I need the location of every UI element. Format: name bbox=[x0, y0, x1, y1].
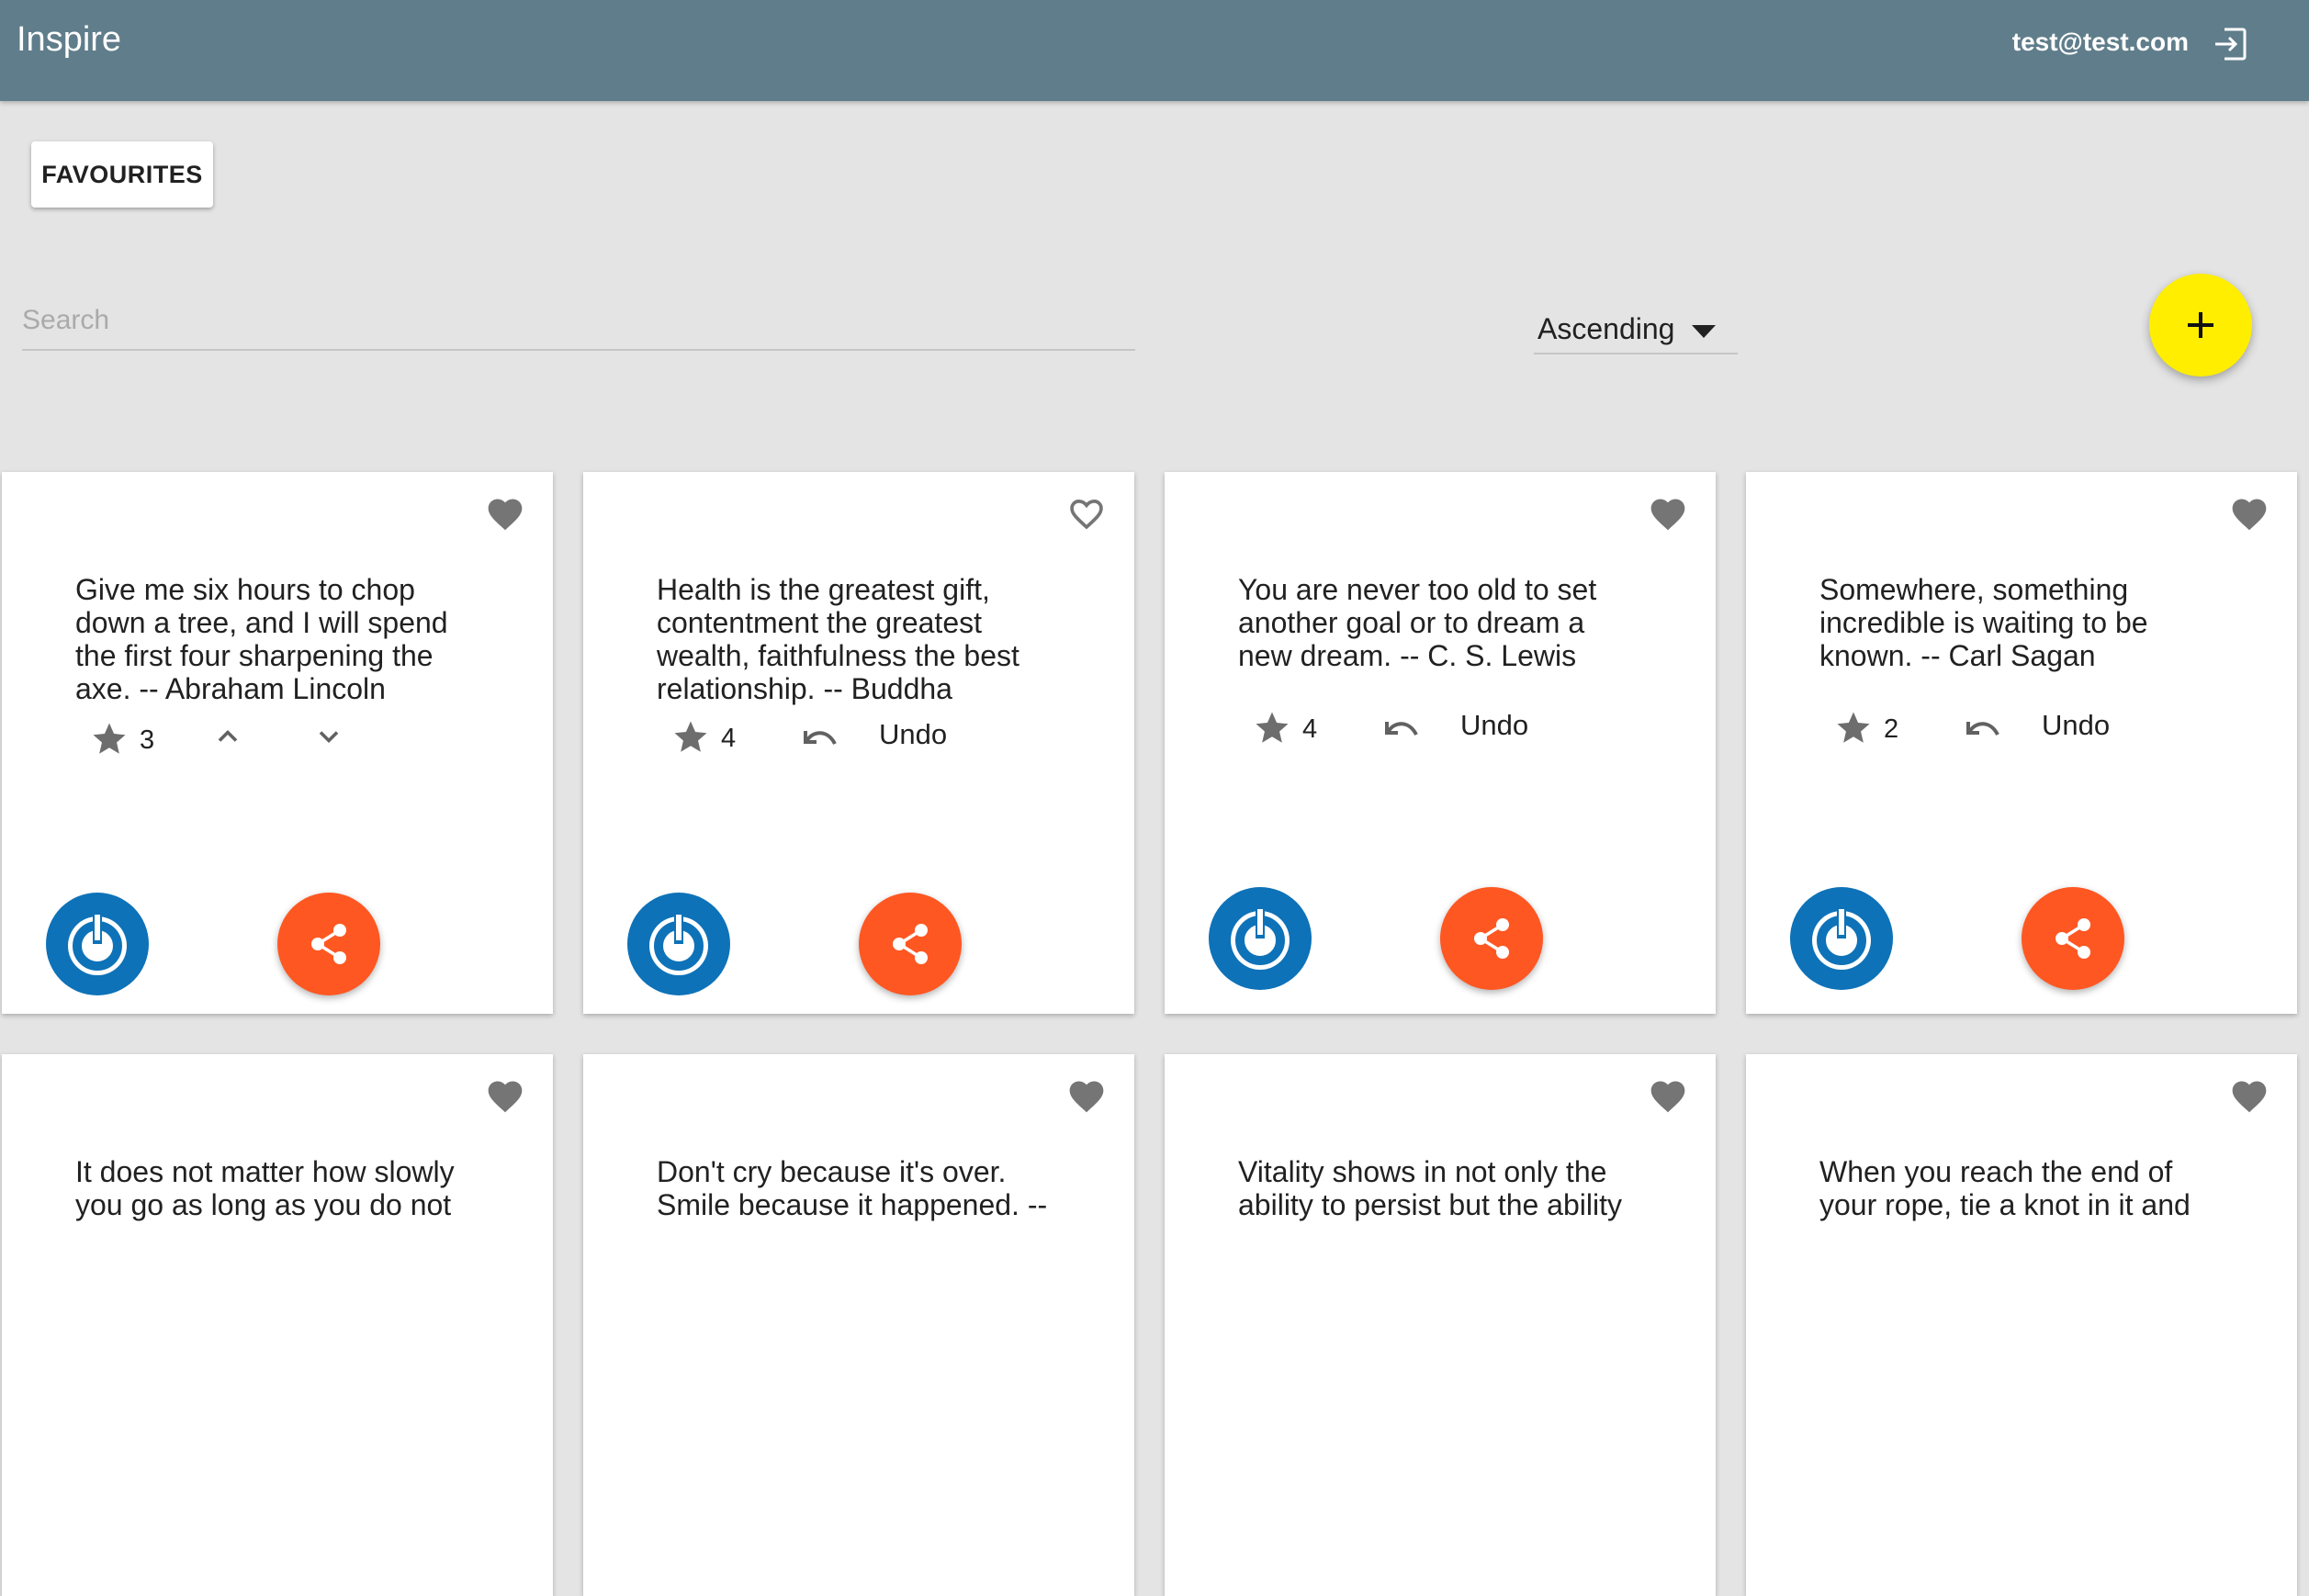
quote-text: Don't cry because it's over. Smile becau… bbox=[657, 1155, 1048, 1221]
share-icon bbox=[893, 924, 928, 964]
heart-icon[interactable] bbox=[485, 1076, 525, 1117]
heart-outline-icon[interactable] bbox=[1066, 494, 1107, 534]
power-logo-icon bbox=[627, 893, 730, 995]
sort-order-value: Ascending bbox=[1537, 312, 1675, 345]
star-icon bbox=[1256, 712, 1289, 743]
search-input[interactable] bbox=[22, 294, 1135, 347]
quote-text: Vitality shows in not only the ability t… bbox=[1238, 1155, 1622, 1221]
undo-button[interactable]: Undo bbox=[879, 718, 947, 751]
heart-icon[interactable] bbox=[1648, 494, 1688, 534]
star-icon bbox=[674, 721, 707, 752]
share-icon bbox=[311, 924, 346, 964]
upvote-chevron-icon[interactable] bbox=[211, 720, 244, 753]
quote-card: Somewhere, something incredible is waiti… bbox=[1746, 472, 2297, 1014]
share-icon bbox=[1474, 918, 1509, 959]
quote-card: Give me six hours to chop down a tree, a… bbox=[2, 472, 553, 1014]
favourites-button[interactable]: FAVOURITES bbox=[31, 141, 213, 208]
sort-order-select[interactable]: Ascending bbox=[1534, 307, 1738, 354]
heart-icon[interactable] bbox=[2229, 494, 2270, 534]
author-logo-button[interactable] bbox=[1209, 887, 1312, 990]
quote-card: When you reach the end of your rope, tie… bbox=[1746, 1054, 2297, 1596]
author-logo-button[interactable] bbox=[46, 893, 149, 995]
heart-icon[interactable] bbox=[485, 494, 525, 534]
author-logo-button[interactable] bbox=[627, 893, 730, 995]
share-button[interactable] bbox=[2022, 887, 2124, 990]
star-icon bbox=[1837, 712, 1870, 743]
quote-text: You are never too old to set another goa… bbox=[1238, 573, 1597, 672]
logout-icon[interactable] bbox=[2212, 26, 2248, 62]
undo-icon[interactable] bbox=[800, 720, 840, 757]
heart-icon[interactable] bbox=[2229, 1076, 2270, 1117]
rating-row: 4 Undo bbox=[1165, 705, 1716, 751]
quote-text: Somewhere, something incredible is waiti… bbox=[1819, 573, 2148, 672]
undo-button[interactable]: Undo bbox=[2042, 709, 2110, 742]
rating-row: 3 bbox=[2, 716, 553, 762]
rating-value: 2 bbox=[1884, 714, 1899, 744]
quote-text: Give me six hours to chop down a tree, a… bbox=[75, 573, 448, 705]
undo-button[interactable]: Undo bbox=[1460, 709, 1528, 742]
power-logo-icon bbox=[46, 893, 149, 995]
heart-icon[interactable] bbox=[1066, 1076, 1107, 1117]
add-quote-button[interactable] bbox=[2149, 274, 2252, 377]
share-icon bbox=[2056, 918, 2090, 959]
app-title: Inspire bbox=[17, 20, 122, 59]
rating-row: 4 Undo bbox=[583, 714, 1134, 760]
quote-card: Don't cry because it's over. Smile becau… bbox=[583, 1054, 1134, 1596]
dropdown-caret-icon bbox=[1692, 325, 1716, 338]
quote-text: Health is the greatest gift, contentment… bbox=[657, 573, 1019, 705]
rating-value: 3 bbox=[140, 725, 155, 755]
rating-value: 4 bbox=[1302, 714, 1318, 744]
share-button[interactable] bbox=[277, 893, 380, 995]
share-button[interactable] bbox=[859, 893, 962, 995]
downvote-chevron-icon[interactable] bbox=[312, 720, 345, 753]
undo-icon[interactable] bbox=[1963, 711, 2003, 747]
quote-text: When you reach the end of your rope, tie… bbox=[1819, 1155, 2191, 1221]
rating-value: 4 bbox=[721, 724, 737, 753]
star-icon bbox=[93, 723, 126, 754]
quote-card: It does not matter how slowly you go as … bbox=[2, 1054, 553, 1596]
user-email: test@test.com bbox=[2011, 28, 2189, 56]
heart-icon[interactable] bbox=[1648, 1076, 1688, 1117]
share-button[interactable] bbox=[1440, 887, 1543, 990]
quote-text: It does not matter how slowly you go as … bbox=[75, 1155, 455, 1221]
quote-card: You are never too old to set another goa… bbox=[1165, 472, 1716, 1014]
undo-icon[interactable] bbox=[1381, 711, 1422, 747]
rating-row: 2 Undo bbox=[1746, 705, 2297, 751]
quote-card: Health is the greatest gift, contentment… bbox=[583, 472, 1134, 1014]
power-logo-icon bbox=[1209, 887, 1312, 990]
author-logo-button[interactable] bbox=[1790, 887, 1893, 990]
power-logo-icon bbox=[1790, 887, 1893, 990]
search-field bbox=[22, 294, 1135, 351]
app-bar: Inspire test@test.com bbox=[0, 0, 2309, 101]
quote-card: Vitality shows in not only the ability t… bbox=[1165, 1054, 1716, 1596]
